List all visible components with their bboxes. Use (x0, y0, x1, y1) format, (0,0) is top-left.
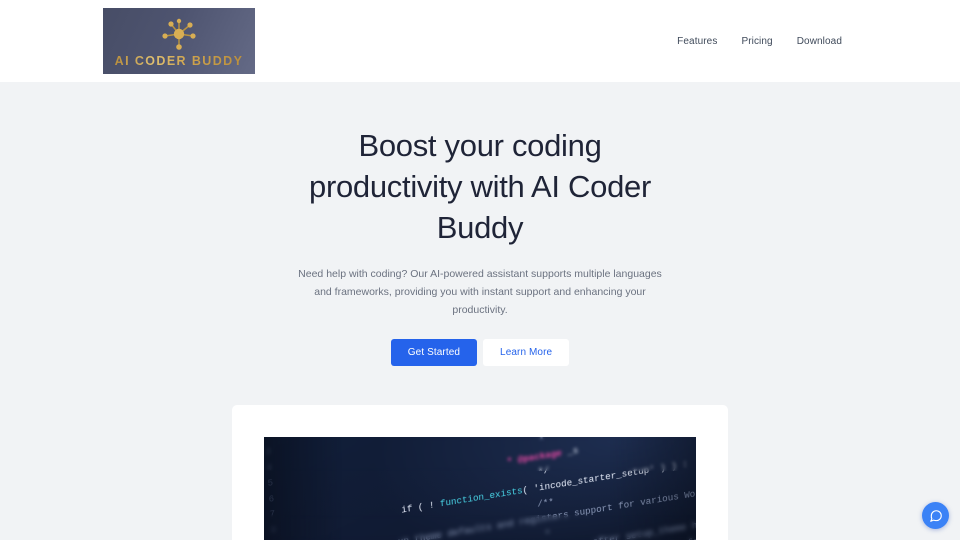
nav-item-pricing[interactable]: Pricing (741, 36, 772, 47)
hero-section: Boost your coding productivity with AI C… (0, 82, 960, 540)
chat-widget-button[interactable] (922, 502, 949, 529)
hero-cta-group: Get Started Learn More (0, 338, 960, 366)
get-started-button[interactable]: Get Started (390, 338, 478, 366)
main-navigation: Features Pricing Download (677, 0, 842, 82)
nav-item-features[interactable]: Features (677, 36, 717, 47)
learn-more-button[interactable]: Learn More (483, 338, 570, 366)
nav-item-download[interactable]: Download (797, 36, 842, 47)
chat-bubble-icon (929, 509, 942, 522)
code-editor-surface: 34567891011121314151617181920 * * @link … (264, 437, 696, 540)
site-header: AI CODER BUDDY Features Pricing Download (0, 0, 960, 82)
molecule-network-icon (162, 18, 196, 50)
code-editor-photo: 34567891011121314151617181920 * * @link … (264, 437, 696, 540)
screenshot-card: 34567891011121314151617181920 * * @link … (232, 405, 728, 540)
landing-page: AI CODER BUDDY Features Pricing Download… (0, 0, 960, 540)
code-text: * * @link https://deve * * @package _s *… (334, 437, 696, 540)
logo-wordmark: AI CODER BUDDY (114, 53, 244, 68)
hero-subheadline: Need help with coding? Our AI-powered as… (298, 267, 662, 316)
site-logo[interactable]: AI CODER BUDDY (103, 8, 255, 74)
hero-headline: Boost your coding productivity with AI C… (309, 128, 651, 245)
